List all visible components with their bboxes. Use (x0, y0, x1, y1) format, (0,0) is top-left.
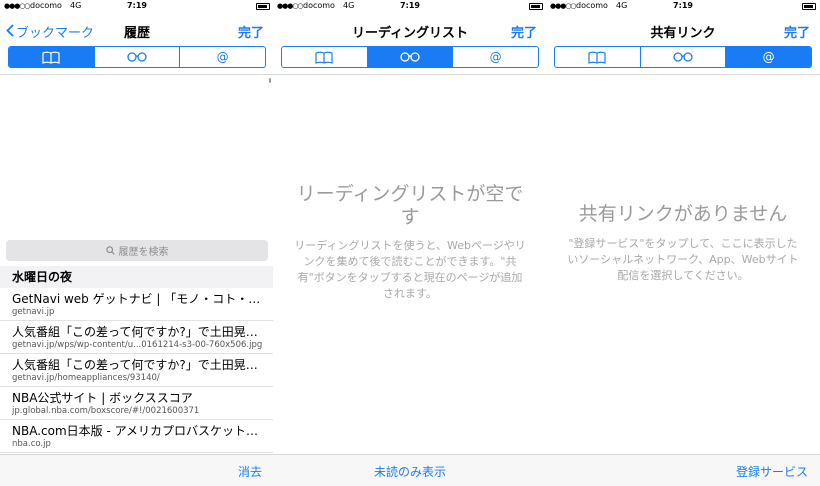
battery-icon (802, 3, 816, 10)
subscriptions-button[interactable]: 登録サービス (736, 463, 808, 480)
search-placeholder: 履歴を検索 (118, 247, 169, 258)
page-title: 共有リンク (650, 26, 716, 41)
tab-bookmarks[interactable] (282, 47, 368, 67)
tab-bookmarks[interactable] (555, 47, 641, 67)
show-unread-button[interactable]: 未読のみ表示 (273, 463, 547, 480)
empty-state-title: リーディングリストが空です (296, 183, 524, 228)
history-item-title: NBA公式サイト | ボックススコア (12, 391, 193, 405)
tab-shared-links[interactable]: @ (726, 47, 811, 67)
tab-shared-links[interactable]: @ (453, 47, 538, 67)
segmented-control: @ (8, 46, 266, 68)
glasses-icon (127, 52, 147, 62)
at-icon: @ (489, 50, 502, 64)
tab-shared-links[interactable]: @ (180, 47, 265, 67)
history-item-url: getnavi.jp (12, 307, 55, 317)
tab-bookmarks[interactable] (9, 47, 95, 67)
bottom-toolbar: 未読のみ表示 (273, 454, 547, 486)
bottom-toolbar: 消去 (0, 454, 274, 486)
glasses-icon (673, 52, 693, 62)
search-input[interactable]: 履歴を検索 (6, 240, 268, 261)
book-icon (588, 51, 606, 64)
divider (273, 74, 547, 75)
history-list: GetNavi web ゲットナビ | 「モノ・コト・暮らし」の getnavi… (0, 288, 274, 453)
at-icon: @ (762, 50, 775, 64)
status-bar: ●●●○○ docomo 4G 7:19 (546, 0, 820, 12)
nav-bar: リーディングリスト 完了 (273, 14, 547, 46)
empty-state-message: "登録サービス"をタップして、ここに表示したいソーシャルネットワーク、App、W… (567, 237, 799, 282)
segmented-control: @ (554, 46, 812, 68)
status-time: 7:19 (400, 1, 420, 10)
history-item-url: nba.co.jp (12, 439, 51, 449)
search-icon (105, 246, 115, 255)
list-item[interactable]: 人気番組「この差って何ですか?」で土田晃之が... getnavi.jp/hom… (0, 354, 274, 387)
book-icon (315, 51, 333, 64)
history-item-title: GetNavi web ゲットナビ | 「モノ・コト・暮らし」の (12, 292, 274, 306)
nav-bar: 共有リンク 完了 (546, 14, 820, 46)
history-item-title: NBA.com日本版 - アメリカプロバスケットボール (12, 424, 274, 438)
list-item[interactable]: NBA.com日本版 - アメリカプロバスケットボール nba.co.jp (0, 420, 274, 453)
done-button[interactable]: 完了 (784, 22, 810, 41)
history-item-title: 人気番組「この差って何ですか?」で土田晃之が... (12, 358, 274, 372)
status-time: 7:19 (673, 1, 693, 10)
page-title: リーディングリスト (351, 26, 469, 41)
history-panel: ●●●○○ docomo 4G 7:19 ブックマーク 履歴 完了 @ 履歴を検… (0, 0, 274, 486)
segmented-control: @ (281, 46, 539, 68)
battery-icon (529, 3, 543, 10)
status-time: 7:19 (127, 1, 147, 10)
tab-reading-list[interactable] (641, 47, 727, 67)
reading-list-panel: ●●●○○ docomo 4G 7:19 リーディングリスト 完了 @ リーディ… (273, 0, 547, 486)
list-item[interactable]: 人気番組「この差って何ですか?」で土田晃之が... getnavi.jp/wps… (0, 321, 274, 354)
empty-state-message: リーディングリストを使うと、Webページやリンクを集めて後で読むことができます。… (294, 239, 526, 300)
battery-icon (256, 3, 270, 10)
section-header: 水曜日の夜 (0, 266, 274, 288)
history-item-url: jp.global.nba.com/boxscore/#!/0021600371 (12, 406, 200, 416)
divider (546, 74, 820, 75)
history-item-title: 人気番組「この差って何ですか?」で土田晃之が... (12, 325, 274, 339)
glasses-icon (400, 52, 420, 62)
tab-reading-list[interactable] (367, 47, 454, 67)
history-item-url: getnavi.jp/wps/wp-content/u...0161214-s3… (12, 340, 263, 350)
bottom-toolbar: 登録サービス (546, 454, 820, 486)
history-item-url: getnavi.jp/homeappliances/93140/ (12, 373, 160, 383)
divider (0, 74, 274, 75)
status-bar: ●●●○○ docomo 4G 7:19 (273, 0, 547, 12)
clear-button[interactable]: 消去 (238, 463, 262, 480)
done-button[interactable]: 完了 (511, 22, 537, 41)
list-item[interactable]: NBA公式サイト | ボックススコア jp.global.nba.com/box… (0, 387, 274, 420)
status-bar: ●●●○○ docomo 4G 7:19 (0, 0, 274, 12)
nav-bar: ブックマーク 履歴 完了 (0, 14, 274, 46)
page-title: 履歴 (123, 26, 150, 41)
empty-state-title: 共有リンクがありません (578, 203, 788, 225)
shared-links-panel: ●●●○○ docomo 4G 7:19 共有リンク 完了 @ 共有リンクがあり… (546, 0, 820, 486)
at-icon: @ (216, 50, 229, 64)
list-item[interactable]: GetNavi web ゲットナビ | 「モノ・コト・暮らし」の getnavi… (0, 288, 274, 321)
book-icon (42, 51, 60, 64)
done-button[interactable]: 完了 (238, 22, 264, 41)
scroll-indicator (269, 78, 271, 83)
tab-reading-list[interactable] (95, 47, 181, 67)
